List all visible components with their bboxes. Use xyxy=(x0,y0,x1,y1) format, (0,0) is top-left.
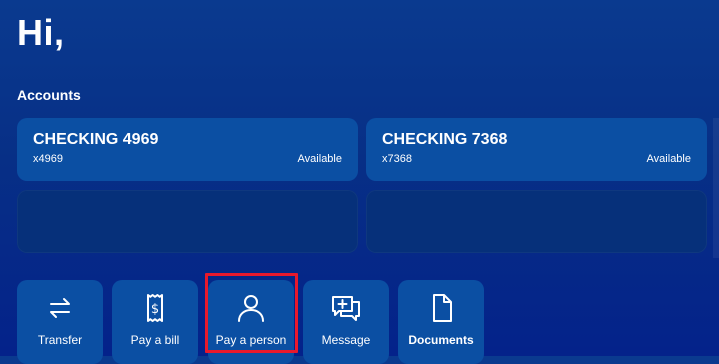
transfer-button[interactable]: Transfer xyxy=(17,280,103,364)
transfer-label: Transfer xyxy=(37,333,83,347)
message-icon xyxy=(303,290,389,326)
document-icon xyxy=(398,290,484,326)
person-icon xyxy=(208,290,294,326)
account-placeholder-card xyxy=(17,190,358,253)
bill-icon: $ xyxy=(112,290,198,326)
message-button[interactable]: Message xyxy=(303,280,389,364)
scrollbar[interactable] xyxy=(713,118,719,258)
available-label: Available xyxy=(646,153,691,165)
accounts-section-title: Accounts xyxy=(17,87,81,103)
documents-label: Documents xyxy=(408,333,474,347)
greeting-title: Hi, xyxy=(17,12,65,53)
pay-a-bill-label: Pay a bill xyxy=(130,333,180,347)
transfer-icon xyxy=(17,290,103,326)
message-label: Message xyxy=(321,333,371,347)
account-card-checking-7368[interactable]: CHECKING 7368 x7368 Available xyxy=(366,118,707,181)
account-name: CHECKING 4969 xyxy=(33,131,159,148)
account-placeholder-card xyxy=(366,190,707,253)
svg-text:$: $ xyxy=(151,302,159,317)
pay-a-person-button[interactable]: Pay a person xyxy=(208,280,294,364)
documents-button[interactable]: Documents xyxy=(398,280,484,364)
pay-a-bill-button[interactable]: $ Pay a bill xyxy=(112,280,198,364)
account-number: x7368 xyxy=(382,153,412,165)
account-card-checking-4969[interactable]: CHECKING 4969 x4969 Available xyxy=(17,118,358,181)
account-name: CHECKING 7368 xyxy=(382,131,508,148)
available-label: Available xyxy=(297,153,342,165)
pay-a-person-label: Pay a person xyxy=(215,333,287,347)
account-number: x4969 xyxy=(33,153,63,165)
